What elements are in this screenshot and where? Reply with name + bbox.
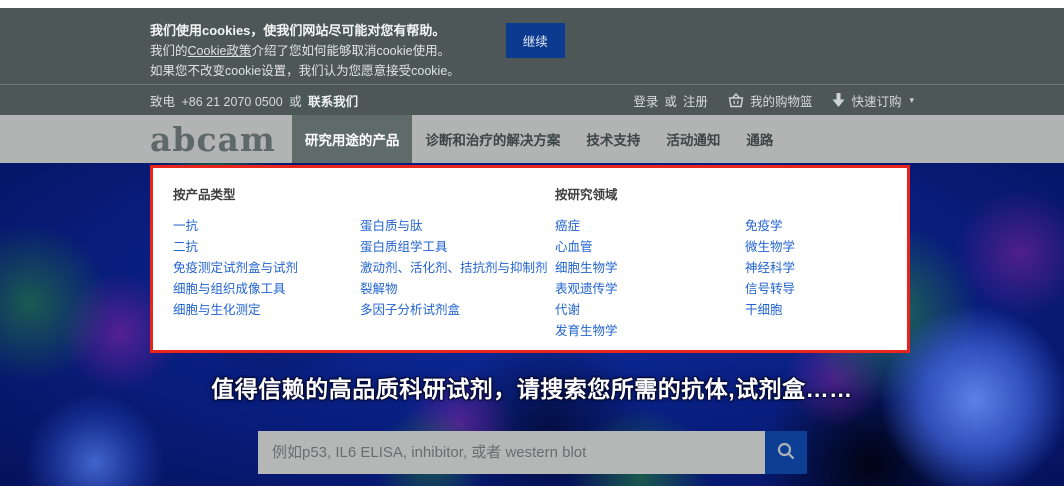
abcam-logo[interactable]: abcam xyxy=(150,123,276,156)
download-arrow-icon xyxy=(832,93,845,108)
or-label: 或 xyxy=(289,95,302,109)
contact-bar: 致电 +86 21 2070 0500 或 联系我们 登录 或 注册 我的购 xyxy=(0,84,1064,115)
contact-phone-block: 致电 +86 21 2070 0500 或 联系我们 xyxy=(150,91,358,110)
menu-link[interactable]: 表观遗传学 xyxy=(555,283,745,296)
hero-headline: 值得信赖的高品质科研试剂，请搜索您所需的抗体,试剂盒…… xyxy=(0,370,1064,404)
hero-section: 按产品类型 一抗二抗免疫测定试剂盒与试剂细胞与组织成像工具细胞与生化测定 蛋白质… xyxy=(0,163,1064,486)
menu-link[interactable]: 发育生物学 xyxy=(555,325,745,338)
product-type-column-2: 蛋白质与肽蛋白质组学工具激动剂、活化剂、拮抗剂与抑制剂裂解物多因子分析试剂盒 xyxy=(360,220,555,325)
search-icon xyxy=(776,441,796,464)
login-link[interactable]: 登录 xyxy=(633,91,658,110)
cookie-policy-link[interactable]: Cookie政策 xyxy=(188,44,252,58)
my-basket-link[interactable]: 我的购物篮 xyxy=(750,91,813,110)
quick-order-link[interactable]: 快速订购 xyxy=(851,91,901,110)
menu-link[interactable]: 裂解物 xyxy=(360,283,555,296)
nav-item[interactable]: 技术支持 xyxy=(573,115,653,163)
menu-link[interactable]: 微生物学 xyxy=(745,241,907,254)
product-type-heading: 按产品类型 xyxy=(173,184,555,203)
mega-menu-product-type-group: 按产品类型 一抗二抗免疫测定试剂盒与试剂细胞与组织成像工具细胞与生化测定 蛋白质… xyxy=(173,184,555,350)
product-type-column-1: 一抗二抗免疫测定试剂盒与试剂细胞与组织成像工具细胞与生化测定 xyxy=(173,220,360,325)
nav-items: 研究用途的产品诊断和治疗的解决方案技术支持活动通知通路 xyxy=(292,115,787,163)
menu-link[interactable]: 干细胞 xyxy=(745,304,907,317)
cookie-heading: 我们使用cookies，使我们网站尽可能对您有帮助。 xyxy=(150,21,460,41)
research-area-heading: 按研究领域 xyxy=(555,184,907,203)
cookie-line2: 我们的Cookie政策介绍了您如何能够取消cookie使用。 xyxy=(150,41,460,61)
menu-link[interactable]: 蛋白质与肽 xyxy=(360,220,555,233)
nav-item[interactable]: 通路 xyxy=(733,115,786,163)
menu-link[interactable]: 免疫学 xyxy=(745,220,907,233)
menu-link[interactable]: 免疫测定试剂盒与试剂 xyxy=(173,262,360,275)
search-input[interactable] xyxy=(258,431,765,474)
cookie-continue-button[interactable]: 继续 xyxy=(506,23,565,58)
search-bar xyxy=(258,431,807,474)
or-label-2: 或 xyxy=(664,91,677,110)
top-banner-area: 我们使用cookies，使我们网站尽可能对您有帮助。 我们的Cookie政策介绍… xyxy=(0,8,1064,115)
cookie-line2-prefix: 我们的 xyxy=(150,44,188,58)
search-button[interactable] xyxy=(765,431,807,474)
nav-item[interactable]: 诊断和治疗的解决方案 xyxy=(412,115,573,163)
basket-icon xyxy=(728,93,744,108)
menu-link[interactable]: 蛋白质组学工具 xyxy=(360,241,555,254)
menu-link[interactable]: 癌症 xyxy=(555,220,745,233)
cookie-line2-suffix: 介绍了您如何能够取消cookie使用。 xyxy=(251,44,450,58)
nav-item[interactable]: 活动通知 xyxy=(653,115,733,163)
menu-link[interactable]: 多因子分析试剂盒 xyxy=(360,304,555,317)
phone-number: +86 21 2070 0500 xyxy=(182,95,283,109)
contact-us-link[interactable]: 联系我们 xyxy=(308,95,358,109)
menu-link[interactable]: 细胞与生化测定 xyxy=(173,304,360,317)
nav-item[interactable]: 研究用途的产品 xyxy=(292,115,413,163)
menu-link[interactable]: 细胞与组织成像工具 xyxy=(173,283,360,296)
menu-link[interactable]: 一抗 xyxy=(173,220,360,233)
menu-link[interactable]: 代谢 xyxy=(555,304,745,317)
register-link[interactable]: 注册 xyxy=(683,91,708,110)
cookie-line3: 如果您不改变cookie设置，我们认为您愿意接受cookie。 xyxy=(150,61,460,81)
call-prefix-label: 致电 xyxy=(150,95,175,109)
research-area-column-2: 免疫学微生物学神经科学信号转导干细胞 xyxy=(745,220,907,346)
chevron-down-icon[interactable]: ▾ xyxy=(909,95,914,106)
menu-link[interactable]: 二抗 xyxy=(173,241,360,254)
menu-link[interactable]: 信号转导 xyxy=(745,283,907,296)
research-area-column-1: 癌症心血管细胞生物学表观遗传学代谢发育生物学 xyxy=(555,220,745,346)
menu-link[interactable]: 神经科学 xyxy=(745,262,907,275)
menu-link[interactable]: 心血管 xyxy=(555,241,745,254)
products-mega-menu: 按产品类型 一抗二抗免疫测定试剂盒与试剂细胞与组织成像工具细胞与生化测定 蛋白质… xyxy=(150,165,910,353)
page-top-margin xyxy=(0,0,1064,8)
menu-link[interactable]: 细胞生物学 xyxy=(555,262,745,275)
main-nav-bar: abcam 研究用途的产品诊断和治疗的解决方案技术支持活动通知通路 xyxy=(0,115,1064,163)
menu-link[interactable]: 激动剂、活化剂、拮抗剂与抑制剂 xyxy=(360,262,555,275)
mega-menu-research-area-group: 按研究领域 癌症心血管细胞生物学表观遗传学代谢发育生物学 免疫学微生物学神经科学… xyxy=(555,184,907,350)
cookie-banner: 我们使用cookies，使我们网站尽可能对您有帮助。 我们的Cookie政策介绍… xyxy=(150,8,914,84)
